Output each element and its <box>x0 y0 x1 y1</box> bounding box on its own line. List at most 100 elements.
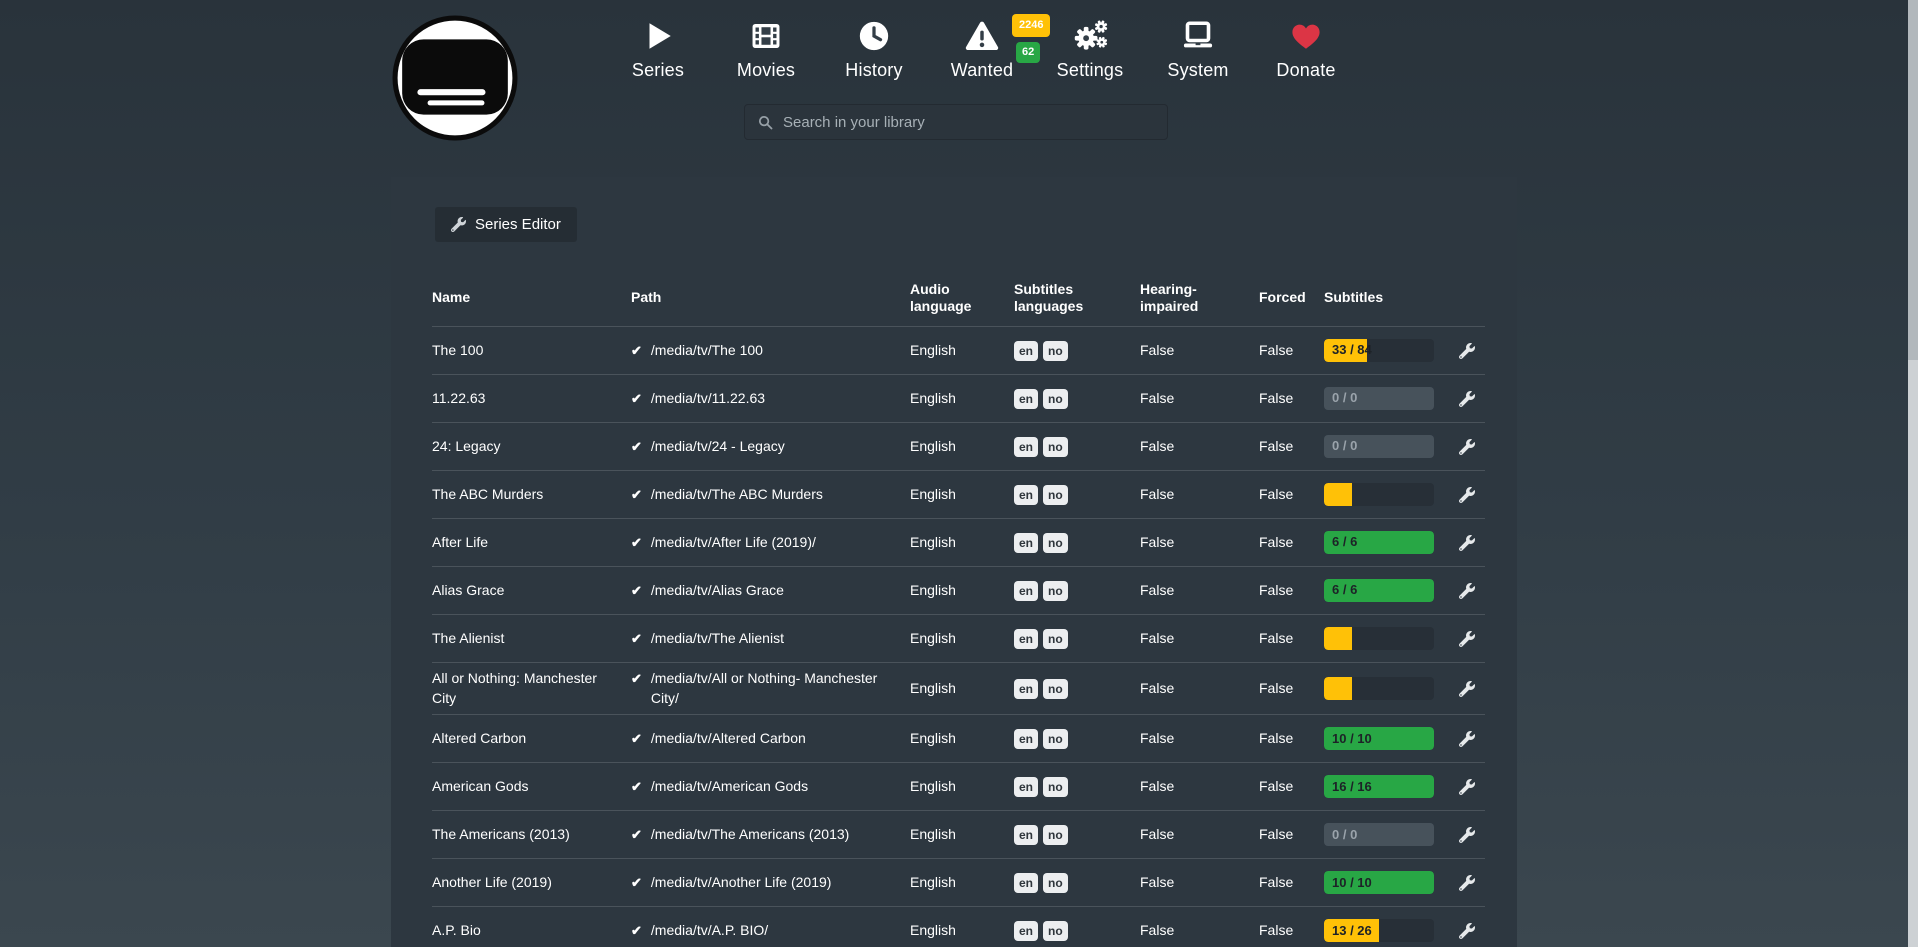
language-badge-no[interactable]: no <box>1043 437 1068 457</box>
path-verified-check-icon: ✔ <box>631 777 642 797</box>
path-verified-check-icon: ✔ <box>631 581 642 601</box>
language-badge-en[interactable]: en <box>1014 389 1038 409</box>
language-badge-en[interactable]: en <box>1014 533 1038 553</box>
progress-fill <box>1324 627 1352 650</box>
edit-series-button[interactable] <box>1448 535 1485 551</box>
wrench-icon <box>1459 779 1475 795</box>
forced-value: False <box>1259 389 1324 409</box>
progress-label: 0 / 0 <box>1332 435 1357 458</box>
language-badge-en[interactable]: en <box>1014 873 1038 893</box>
edit-series-button[interactable] <box>1448 923 1485 939</box>
language-badge-en[interactable]: en <box>1014 729 1038 749</box>
path-verified-check-icon: ✔ <box>631 485 642 505</box>
subtitles-progress-bar: 13 / 26 <box>1324 919 1434 942</box>
language-badge-no[interactable]: no <box>1043 581 1068 601</box>
language-badge-no[interactable]: no <box>1043 629 1068 649</box>
edit-series-button[interactable] <box>1448 439 1485 455</box>
nav-item-series[interactable]: Series <box>604 14 712 81</box>
language-badge-no[interactable]: no <box>1043 729 1068 749</box>
progress-label: 0 / 0 <box>1332 387 1357 410</box>
edit-series-button[interactable] <box>1448 583 1485 599</box>
wrench-icon <box>1459 731 1475 747</box>
nav-item-movies[interactable]: Movies <box>712 14 820 81</box>
language-badge-no[interactable]: no <box>1043 873 1068 893</box>
path-verified-check-icon: ✔ <box>631 389 642 409</box>
nav-item-donate[interactable]: Donate <box>1252 14 1360 81</box>
forced-value: False <box>1259 729 1324 749</box>
table-row: Another Life (2019) ✔ /media/tv/Another … <box>432 858 1485 906</box>
series-editor-label: Series Editor <box>475 216 561 233</box>
language-badge-no[interactable]: no <box>1043 825 1068 845</box>
vertical-scrollbar[interactable] <box>1908 0 1918 947</box>
audio-language-value: English <box>910 825 1014 845</box>
table-body: The 100 ✔ /media/tv/The 100 English enno… <box>432 326 1485 947</box>
series-path: /media/tv/11.22.63 <box>651 389 765 409</box>
edit-series-button[interactable] <box>1448 875 1485 891</box>
edit-series-button[interactable] <box>1448 391 1485 407</box>
series-name: The Americans (2013) <box>432 825 631 845</box>
forced-value: False <box>1259 629 1324 649</box>
nav-item-settings[interactable]: Settings <box>1036 14 1144 81</box>
series-path: /media/tv/American Gods <box>651 777 808 797</box>
clock-icon <box>857 14 891 58</box>
language-badge-en[interactable]: en <box>1014 825 1038 845</box>
edit-series-button[interactable] <box>1448 731 1485 747</box>
progress-label: 6 / 6 <box>1332 531 1357 554</box>
series-name: Alias Grace <box>432 581 631 601</box>
hearing-impaired-value: False <box>1140 389 1259 409</box>
language-badge-en[interactable]: en <box>1014 341 1038 361</box>
series-path: /media/tv/Another Life (2019) <box>651 873 832 893</box>
audio-language-value: English <box>910 873 1014 893</box>
table-row: The 100 ✔ /media/tv/The 100 English enno… <box>432 326 1485 374</box>
edit-series-button[interactable] <box>1448 487 1485 503</box>
subtitles-progress-bar: 6 / 6 <box>1324 579 1434 602</box>
series-path: /media/tv/The Americans (2013) <box>651 825 849 845</box>
edit-series-button[interactable] <box>1448 779 1485 795</box>
language-badge-en[interactable]: en <box>1014 679 1038 699</box>
series-name: The 100 <box>432 341 631 361</box>
nav-item-history[interactable]: History <box>820 14 928 81</box>
path-verified-check-icon: ✔ <box>631 921 642 941</box>
wrench-icon <box>1459 681 1475 697</box>
language-badge-no[interactable]: no <box>1043 921 1068 941</box>
subtitles-progress-bar: 0 / 0 <box>1324 435 1434 458</box>
header-hearing-impaired: Hearing-impaired <box>1140 281 1259 316</box>
path-verified-check-icon: ✔ <box>631 533 642 553</box>
language-badge-en[interactable]: en <box>1014 485 1038 505</box>
table-header: Name Path Audio language Subtitles langu… <box>432 270 1485 326</box>
audio-language-value: English <box>910 581 1014 601</box>
audio-language-value: English <box>910 389 1014 409</box>
edit-series-button[interactable] <box>1448 631 1485 647</box>
language-badge-no[interactable]: no <box>1043 777 1068 797</box>
nav-item-wanted[interactable]: Wanted 2246 62 <box>928 14 1036 81</box>
language-badge-en[interactable]: en <box>1014 777 1038 797</box>
edit-series-button[interactable] <box>1448 343 1485 359</box>
language-badge-no[interactable]: no <box>1043 341 1068 361</box>
series-editor-button[interactable]: Series Editor <box>435 207 577 242</box>
scrollbar-thumb[interactable] <box>1908 0 1918 360</box>
language-badge-no[interactable]: no <box>1043 679 1068 699</box>
path-verified-check-icon: ✔ <box>631 341 642 361</box>
edit-series-button[interactable] <box>1448 681 1485 697</box>
language-badge-no[interactable]: no <box>1043 533 1068 553</box>
language-badge-no[interactable]: no <box>1043 485 1068 505</box>
edit-series-button[interactable] <box>1448 827 1485 843</box>
series-name: Altered Carbon <box>432 729 631 749</box>
language-badge-en[interactable]: en <box>1014 437 1038 457</box>
language-badge-en[interactable]: en <box>1014 921 1038 941</box>
table-row: A.P. Bio ✔ /media/tv/A.P. BIO/ English e… <box>432 906 1485 947</box>
language-badge-en[interactable]: en <box>1014 629 1038 649</box>
laptop-icon <box>1180 14 1216 58</box>
search-input[interactable] <box>783 114 1155 131</box>
subtitles-languages-badges: enno <box>1014 629 1140 649</box>
series-name: Another Life (2019) <box>432 873 631 893</box>
subtitles-progress-bar: 10 / 10 <box>1324 727 1434 750</box>
language-badge-no[interactable]: no <box>1043 389 1068 409</box>
nav-item-system[interactable]: System <box>1144 14 1252 81</box>
forced-value: False <box>1259 533 1324 553</box>
language-badge-en[interactable]: en <box>1014 581 1038 601</box>
subtitles-languages-badges: enno <box>1014 825 1140 845</box>
wrench-icon <box>1459 439 1475 455</box>
bazarr-logo[interactable] <box>392 15 518 141</box>
heart-icon <box>1289 14 1323 58</box>
